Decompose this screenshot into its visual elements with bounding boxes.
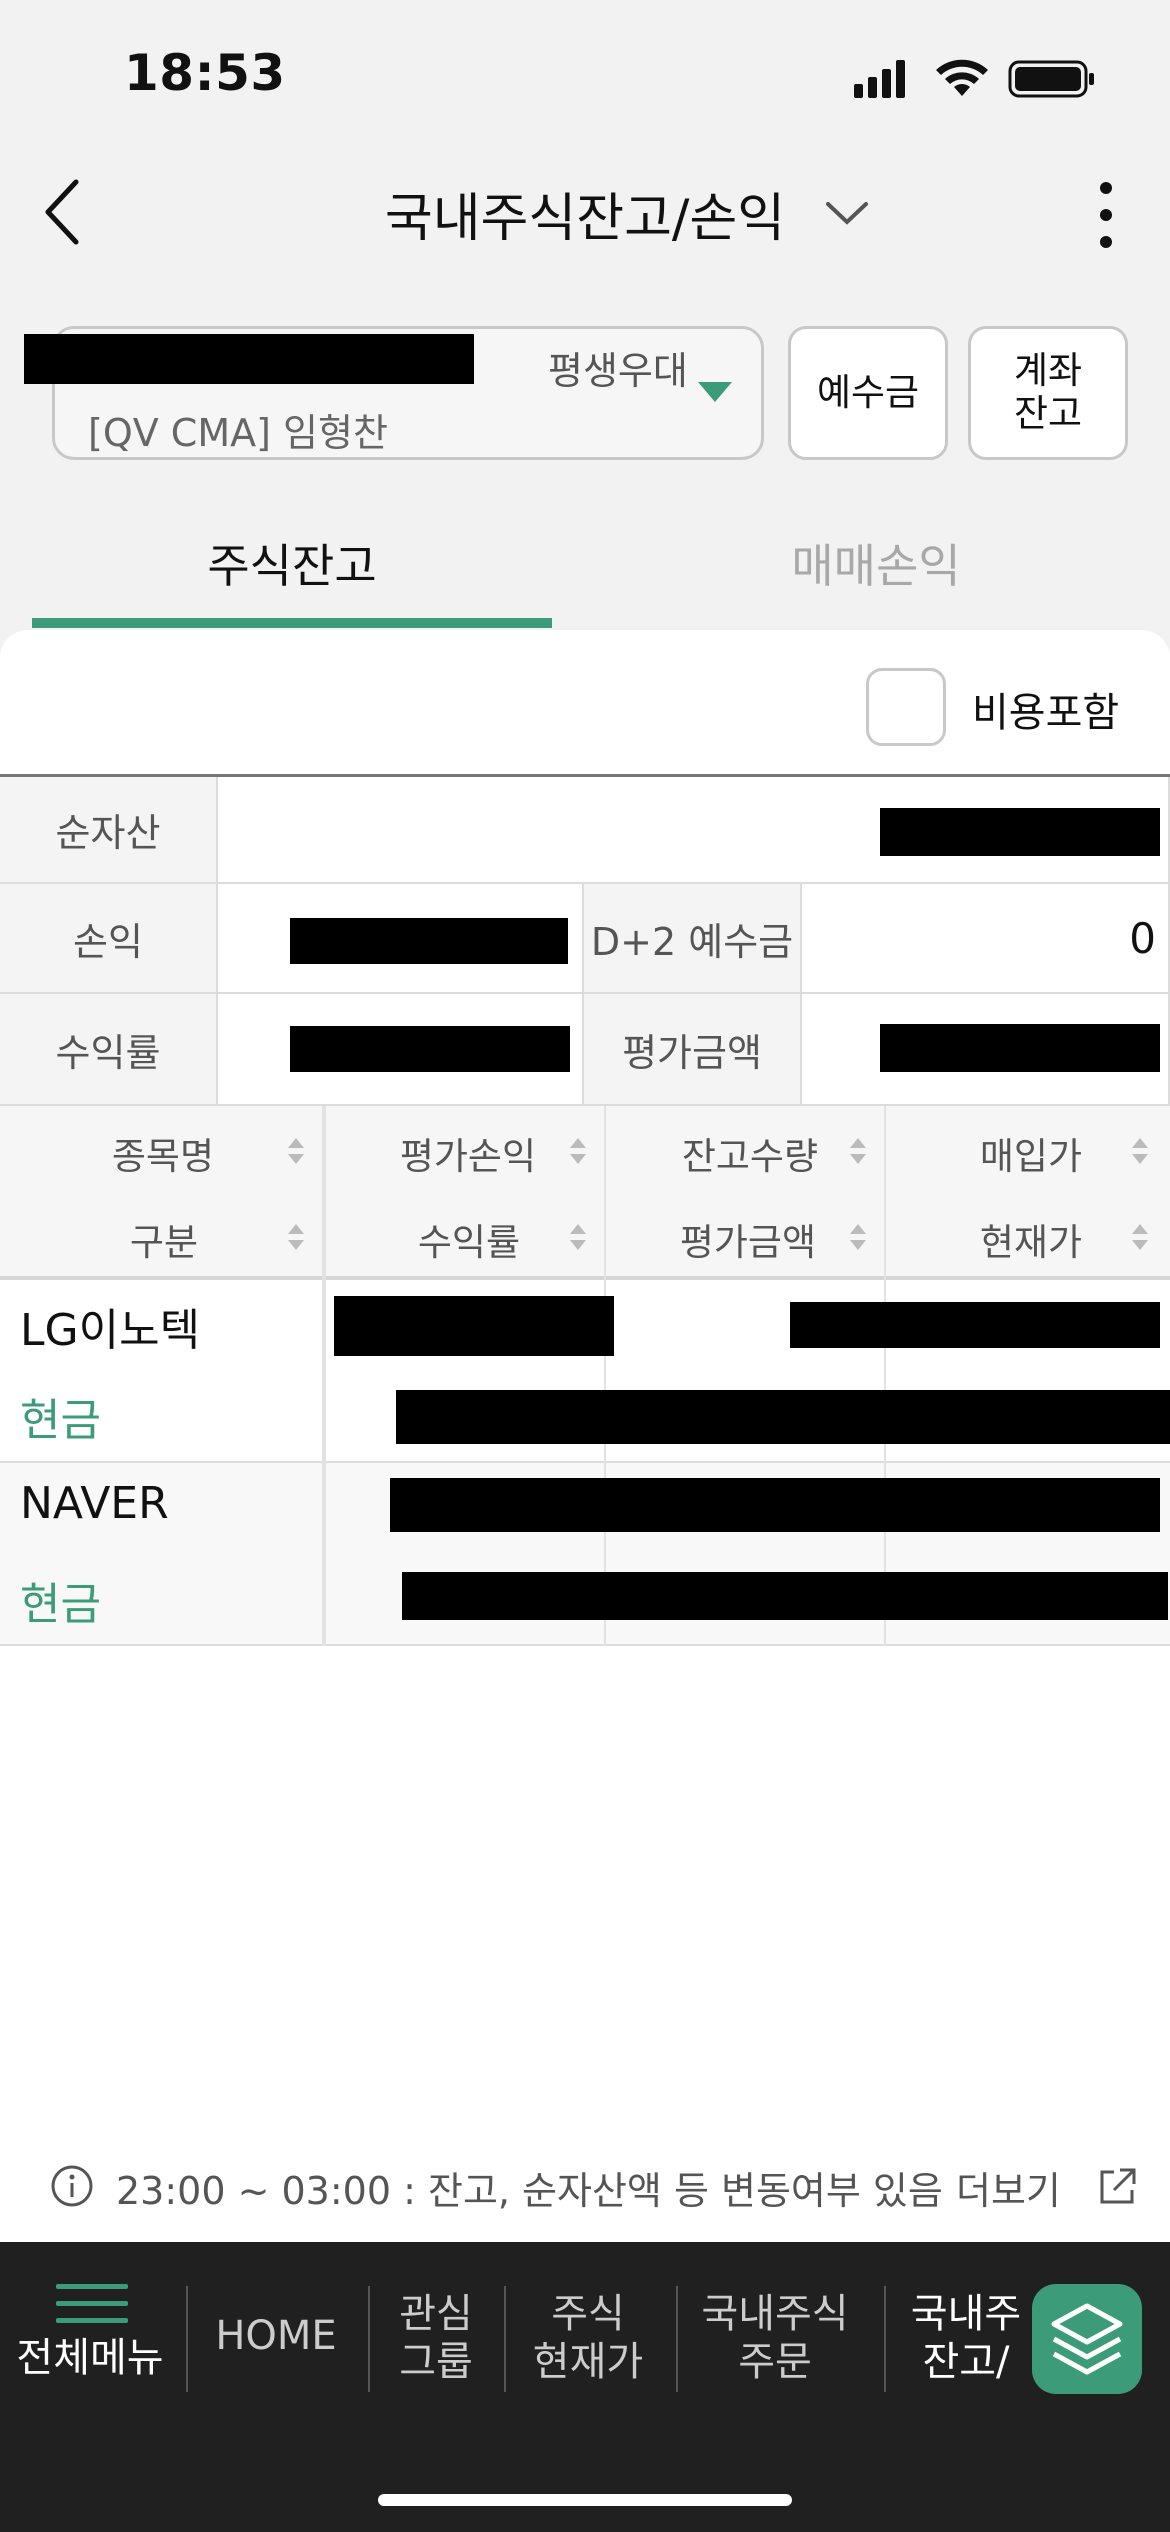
row-redaction: [390, 1478, 1160, 1532]
deposit-button-label: 예수금: [816, 370, 920, 414]
net-assets-redaction: [880, 808, 1160, 856]
return-rate-redaction: [290, 1026, 570, 1072]
column-divider: [884, 1106, 886, 1646]
menu-icon[interactable]: [56, 2282, 128, 2326]
row-divider: [0, 1461, 1170, 1463]
battery-icon: [1008, 60, 1094, 98]
eval-amount-redaction: [880, 1024, 1160, 1072]
home-indicator: [378, 2494, 792, 2506]
balance-label-line2: 잔고: [1013, 392, 1083, 435]
account-number: [QV CMA] 임형찬: [88, 411, 388, 455]
nav-stock-price[interactable]: 주식 현재가: [514, 2290, 662, 2386]
nav-divider: [676, 2286, 678, 2392]
col-current-price[interactable]: 현재가: [884, 1212, 1082, 1266]
return-rate-label: 수익률: [0, 994, 218, 1106]
nav-divider: [884, 2286, 886, 2392]
column-divider: [322, 1106, 326, 1646]
nav-watch-group[interactable]: 관심 그룹: [376, 2290, 496, 2386]
nav-all-menu[interactable]: 전체메뉴: [10, 2334, 170, 2382]
row-redaction: [396, 1390, 1170, 1444]
d2-deposit-label: D+2 예수금: [584, 884, 802, 994]
sort-icon[interactable]: [848, 1222, 868, 1252]
pnl-label: 손익: [0, 884, 218, 994]
nav-divider: [504, 2286, 506, 2392]
chevron-down-icon[interactable]: [824, 196, 870, 230]
fee-include-checkbox[interactable]: [866, 668, 946, 746]
sort-icon[interactable]: [1130, 1136, 1150, 1166]
bottom-nav: [0, 2242, 1170, 2532]
nav-domestic-balance[interactable]: 국내주 잔고/: [906, 2290, 1026, 2386]
layers-icon: [1051, 2303, 1123, 2375]
nav-divider: [368, 2286, 370, 2392]
status-time: 18:53: [124, 44, 286, 102]
nav-divider: [186, 2286, 188, 2392]
eval-amount-label: 평가금액: [584, 994, 802, 1106]
row-divider: [0, 1644, 1170, 1646]
nav-domestic-order-line2: 주문: [738, 2339, 812, 2385]
signal-icon: [854, 60, 905, 98]
account-balance-button-label: 계좌 잔고: [1014, 350, 1082, 435]
nav-domestic-balance-line1: 국내주: [910, 2291, 1022, 2337]
sort-icon[interactable]: [286, 1136, 306, 1166]
account-balance-button[interactable]: 계좌 잔고: [968, 326, 1128, 460]
col-eval-pnl[interactable]: 평가손익: [324, 1126, 536, 1180]
nav-domestic-order-line1: 국내주식: [701, 2291, 849, 2337]
account-redaction: [24, 334, 474, 384]
nav-stock-price-line1: 주식: [551, 2291, 625, 2337]
col-stock-name[interactable]: 종목명: [0, 1126, 214, 1180]
stock-name[interactable]: LG이노텍: [20, 1294, 200, 1358]
external-link-icon[interactable]: [1096, 2166, 1138, 2208]
sort-icon[interactable]: [568, 1222, 588, 1252]
stock-type: 현금: [20, 1579, 101, 1630]
nav-home-label: HOME: [215, 2313, 337, 2359]
nav-domestic-order[interactable]: 국내주식 주문: [690, 2290, 860, 2386]
info-icon: [51, 2165, 93, 2207]
nav-watch-group-line1: 관심: [399, 2291, 473, 2337]
sort-icon[interactable]: [568, 1136, 588, 1166]
pnl-redaction: [290, 918, 568, 964]
sort-icon[interactable]: [286, 1222, 306, 1252]
fee-include-label[interactable]: 비용포함: [972, 680, 1119, 738]
row-redaction: [402, 1572, 1168, 1620]
stock-name[interactable]: NAVER: [20, 1478, 169, 1529]
tab-trade-pnl[interactable]: 매매손익: [616, 530, 1136, 596]
more-vert-icon[interactable]: [1090, 180, 1122, 250]
balance-label-line1: 계좌: [1013, 349, 1083, 393]
col-eval-amount[interactable]: 평가금액: [604, 1212, 816, 1266]
nav-domestic-balance-line2: 잔고/: [922, 2339, 1010, 2385]
col-return-rate[interactable]: 수익률: [324, 1212, 520, 1266]
account-nickname: 평생우대: [548, 349, 688, 393]
column-divider: [604, 1106, 606, 1646]
dropdown-triangle-icon[interactable]: [698, 382, 732, 404]
active-tab-indicator: [32, 618, 552, 628]
col-buy-price[interactable]: 매입가: [884, 1126, 1082, 1180]
layers-fab[interactable]: [1032, 2284, 1142, 2394]
more-link[interactable]: 더보기: [956, 2160, 1061, 2215]
page-title: 국내주식잔고/손익: [384, 189, 786, 249]
wifi-icon: [936, 59, 988, 96]
col-holding-qty[interactable]: 잔고수량: [604, 1126, 818, 1180]
nav-stock-price-line2: 현재가: [532, 2339, 644, 2385]
notice-text: 23:00 ~ 03:00 : 잔고, 순자산액 등 변동여부 있음: [116, 2169, 943, 2213]
sort-icon[interactable]: [848, 1136, 868, 1166]
col-type[interactable]: 구분: [0, 1212, 198, 1266]
row-redaction: [790, 1302, 1160, 1348]
row-redaction: [334, 1296, 614, 1356]
stock-type: 현금: [20, 1395, 101, 1446]
sort-icon[interactable]: [1130, 1222, 1150, 1252]
deposit-button[interactable]: 예수금: [788, 326, 948, 460]
nav-watch-group-line2: 그룹: [399, 2339, 473, 2385]
nav-home[interactable]: HOME: [196, 2312, 356, 2360]
net-assets-label: 순자산: [0, 777, 218, 884]
status-icons: [854, 59, 1094, 98]
tab-stock-balance[interactable]: 주식잔고: [32, 530, 552, 596]
d2-deposit-value: 0: [802, 884, 1170, 994]
